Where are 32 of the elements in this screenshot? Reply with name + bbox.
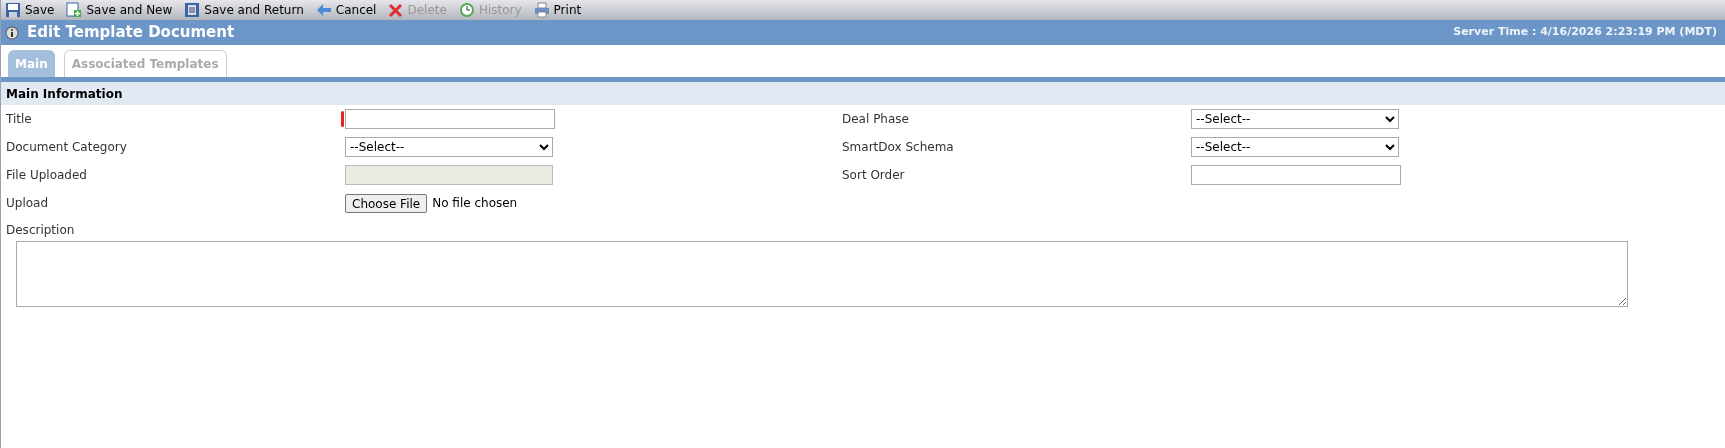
field-label: Sort Order (842, 167, 906, 184)
file-status: No file chosen (432, 195, 518, 212)
clock-icon (458, 2, 475, 18)
document-plus-icon (66, 2, 83, 18)
field-label: SmartDox Schema (842, 139, 955, 156)
field-label: Title (5, 111, 33, 128)
info-icon (5, 25, 19, 40)
field-label: File Uploaded (5, 167, 88, 184)
field-label: Document Category (5, 139, 128, 156)
x-icon (388, 2, 404, 18)
toolbar-button[interactable]: Save and Return (184, 1, 304, 19)
toolbar-button[interactable]: Save and New (66, 1, 173, 19)
description-field[interactable] (16, 241, 1628, 307)
server-time: Server Time : 4/16/2026 2:23:19 PM (MDT) (1453, 24, 1718, 41)
page-title: Edit Template Document (27, 22, 235, 44)
field-label: Deal Phase (842, 111, 910, 128)
toolbar-button[interactable]: Cancel (315, 1, 377, 19)
dropdown[interactable]: --Select-- (1191, 109, 1399, 129)
text-field[interactable] (1191, 165, 1401, 185)
dropdown[interactable]: --Select-- (345, 137, 553, 157)
left-arrow-icon (315, 3, 332, 17)
toolbar-button[interactable]: Save (5, 1, 55, 19)
text-field[interactable] (345, 109, 555, 129)
document-icon (184, 2, 201, 18)
dropdown[interactable]: --Select-- (1191, 137, 1399, 157)
field-label: Upload (5, 195, 50, 212)
readonly-field[interactable] (345, 165, 553, 185)
choose-file-button[interactable]: Choose File (345, 193, 428, 213)
field-label: Description (6, 222, 76, 239)
printer-icon (533, 2, 550, 18)
toolbar-button[interactable]: Print (533, 1, 582, 19)
section-title: Main Information (6, 85, 123, 103)
